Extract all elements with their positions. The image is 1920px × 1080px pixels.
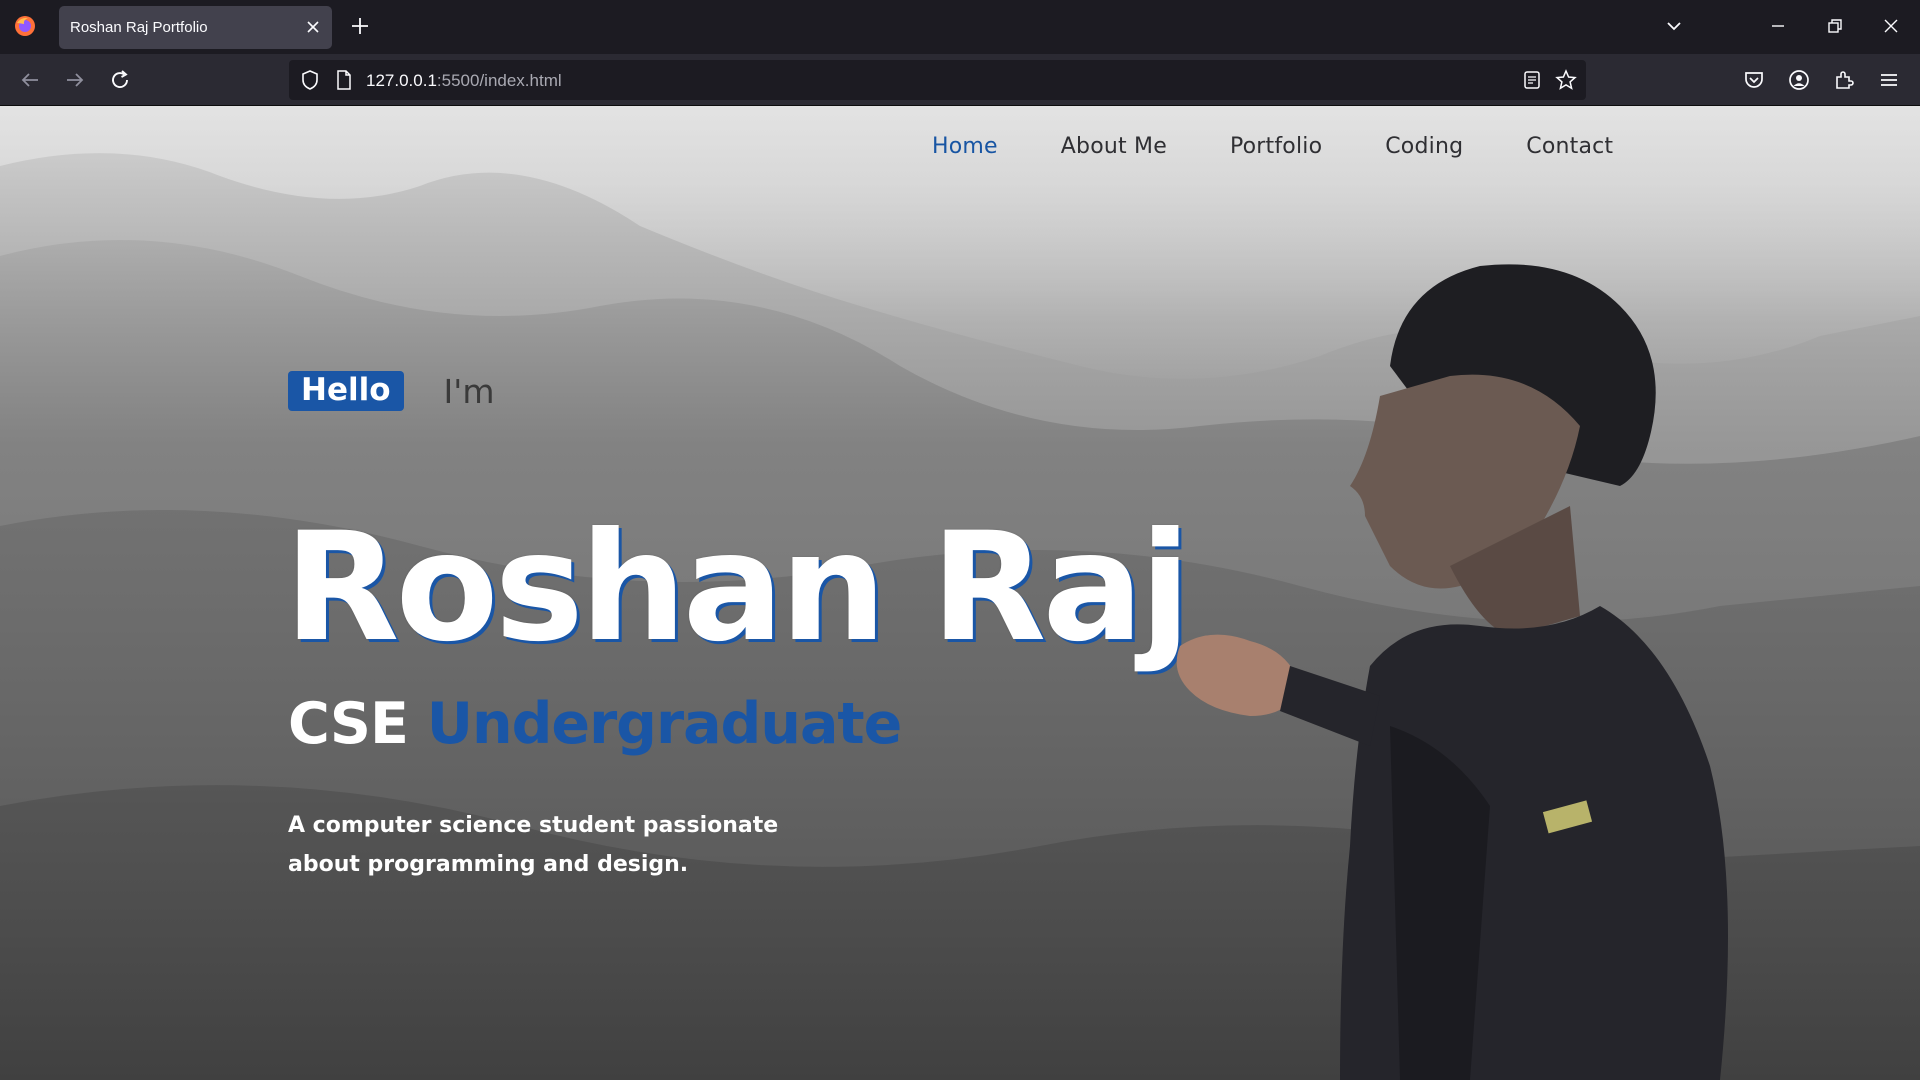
subtitle-cse: CSE	[288, 691, 409, 757]
reader-view-icon[interactable]	[1521, 69, 1543, 91]
hero-tagline: A computer science student passionate ab…	[288, 813, 779, 877]
new-tab-icon[interactable]	[350, 16, 370, 36]
back-icon[interactable]	[18, 68, 42, 92]
active-tab[interactable]: Roshan Raj Portfolio	[59, 6, 332, 49]
restore-icon[interactable]	[1824, 15, 1846, 37]
list-all-tabs-icon[interactable]	[1663, 15, 1685, 37]
nav-link-home[interactable]: Home	[932, 134, 998, 159]
url-host: 127.0.0.1	[366, 71, 437, 90]
hero-name: Roshan Raj	[284, 501, 1191, 675]
account-icon[interactable]	[1787, 68, 1811, 92]
nav-link-portfolio[interactable]: Portfolio	[1230, 134, 1322, 159]
browser-tab-bar: Roshan Raj Portfolio	[0, 0, 1920, 54]
nav-link-coding[interactable]: Coding	[1385, 134, 1463, 159]
nav-link-about-me[interactable]: About Me	[1061, 134, 1167, 159]
url-text: 127.0.0.1:5500/index.html	[366, 71, 562, 91]
bookmark-star-icon[interactable]	[1555, 69, 1577, 91]
shield-icon[interactable]	[299, 69, 321, 91]
forward-icon[interactable]	[63, 68, 87, 92]
browser-nav-bar: 127.0.0.1:5500/index.html	[0, 54, 1920, 106]
hello-badge: Hello	[288, 371, 404, 411]
subtitle-undergraduate: Undergraduate	[426, 691, 903, 757]
im-text: I'm	[443, 371, 495, 411]
nav-link-contact[interactable]: Contact	[1526, 134, 1613, 159]
url-bar[interactable]: 127.0.0.1:5500/index.html	[289, 60, 1586, 100]
site-navigation: Home About Me Portfolio Coding Contact	[932, 134, 1613, 159]
menu-icon[interactable]	[1877, 68, 1901, 92]
extensions-icon[interactable]	[1832, 68, 1856, 92]
pocket-icon[interactable]	[1742, 68, 1766, 92]
page-icon[interactable]	[333, 69, 355, 91]
portfolio-page: Home About Me Portfolio Coding Contact H…	[0, 106, 1920, 1080]
minimize-icon[interactable]	[1767, 15, 1789, 37]
profile-photo	[1176, 264, 1728, 1080]
tab-title: Roshan Raj Portfolio	[70, 19, 208, 36]
hero-subtitle: CSE Undergraduate	[288, 691, 903, 757]
close-window-icon[interactable]	[1880, 15, 1902, 37]
url-path: :5500/index.html	[436, 71, 562, 90]
firefox-logo-icon[interactable]	[14, 15, 36, 37]
greeting-row: Hello I'm	[288, 371, 494, 411]
reload-icon[interactable]	[108, 68, 132, 92]
close-tab-icon[interactable]	[304, 18, 322, 36]
